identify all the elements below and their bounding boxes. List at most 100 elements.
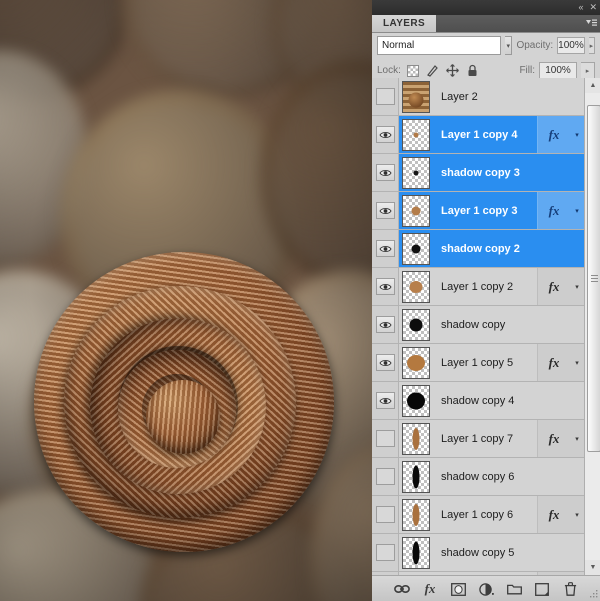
scroll-down-icon[interactable]: ▼ xyxy=(585,560,600,575)
thumbnail-content xyxy=(409,318,423,331)
layer-thumbnail-cell[interactable] xyxy=(399,460,433,493)
effects-expand-chevron-icon[interactable]: ▾ xyxy=(570,116,584,153)
eye-icon xyxy=(375,126,395,143)
layer-visibility-toggle[interactable] xyxy=(372,116,399,153)
new-layer-icon[interactable] xyxy=(534,581,550,597)
fill-label: Fill: xyxy=(519,65,535,76)
layer-row[interactable]: Layer 1 copy 2 fx ▾ xyxy=(372,268,584,306)
fill-input[interactable]: 100% xyxy=(539,62,577,79)
layer-row[interactable]: shadow copy 4 xyxy=(372,382,584,420)
layer-visibility-toggle[interactable] xyxy=(372,192,399,229)
layer-thumbnail-cell[interactable] xyxy=(399,232,433,265)
layer-styles-icon[interactable]: fx xyxy=(422,581,438,597)
layer-name[interactable]: Layer 1 copy 5 xyxy=(433,357,537,369)
effects-expand-chevron-icon[interactable]: ▾ xyxy=(570,268,584,305)
layer-row[interactable]: Layer 2 xyxy=(372,78,584,116)
opacity-stepper-icon[interactable]: ▸ xyxy=(588,37,595,54)
layer-row[interactable]: shadow copy 6 xyxy=(372,458,584,496)
layer-name[interactable]: Layer 1 copy 6 xyxy=(433,509,537,521)
lock-transparency-icon[interactable] xyxy=(405,63,421,79)
effects-expand-chevron-icon[interactable]: ▾ xyxy=(570,496,584,533)
layer-thumbnail-cell[interactable] xyxy=(399,308,433,341)
tab-layers[interactable]: LAYERS xyxy=(372,15,437,32)
layer-visibility-toggle[interactable] xyxy=(372,458,399,495)
layer-row[interactable]: shadow copy 3 xyxy=(372,154,584,192)
delete-layer-icon[interactable] xyxy=(562,581,578,597)
layer-name[interactable]: shadow copy 3 xyxy=(433,167,538,179)
layer-effects-icon[interactable]: fx xyxy=(537,496,570,533)
layer-thumbnail-cell[interactable] xyxy=(399,536,433,569)
layer-row[interactable]: Layer 1 copy 7 fx ▾ xyxy=(372,420,584,458)
fill-stepper-icon[interactable]: ▸ xyxy=(581,62,595,79)
lock-position-icon[interactable] xyxy=(445,63,461,79)
layer-visibility-toggle[interactable] xyxy=(372,268,399,305)
layer-visibility-toggle[interactable] xyxy=(372,496,399,533)
layer-name[interactable]: Layer 2 xyxy=(433,91,538,103)
layer-list-scrollbar[interactable]: ▲ ▼ xyxy=(584,78,600,575)
layer-name[interactable]: shadow copy 5 xyxy=(433,547,538,559)
layer-name[interactable]: shadow copy 2 xyxy=(433,243,538,255)
layer-visibility-toggle[interactable] xyxy=(372,78,399,115)
layer-thumbnail-cell[interactable] xyxy=(399,384,433,417)
close-icon[interactable]: ✕ xyxy=(589,3,596,12)
layer-row[interactable]: shadow copy 5 xyxy=(372,534,584,572)
layer-row[interactable]: shadow copy 2 xyxy=(372,230,584,268)
opacity-input[interactable]: 100% xyxy=(557,37,585,54)
layer-name[interactable]: Layer 1 copy 4 xyxy=(433,129,537,141)
layer-row[interactable]: shadow copy xyxy=(372,306,584,344)
layer-thumbnail-cell[interactable] xyxy=(399,194,433,227)
layer-visibility-toggle[interactable] xyxy=(372,534,399,571)
layer-thumbnail-cell[interactable] xyxy=(399,498,433,531)
layer-row[interactable]: Layer 1 copy 4 fx ▾ xyxy=(372,116,584,154)
layer-row[interactable]: Layer 1 copy 3 fx ▾ xyxy=(372,192,584,230)
layer-visibility-toggle[interactable] xyxy=(372,230,399,267)
layer-row[interactable]: Layer 1 copy 6 fx ▾ xyxy=(372,496,584,534)
layer-effects-icon[interactable]: fx xyxy=(537,420,570,457)
blend-mode-select[interactable]: Normal xyxy=(377,36,501,55)
layer-thumbnail-cell[interactable] xyxy=(399,80,433,113)
add-mask-icon[interactable] xyxy=(450,581,466,597)
layer-row-spacer xyxy=(538,458,584,495)
new-group-icon[interactable] xyxy=(506,581,522,597)
resize-grip-icon[interactable] xyxy=(590,590,598,600)
layer-name[interactable]: shadow copy xyxy=(433,319,538,331)
link-layers-icon[interactable] xyxy=(394,581,410,597)
panel-menu-icon[interactable] xyxy=(582,15,600,32)
layer-name[interactable]: Layer 1 copy 3 xyxy=(433,205,537,217)
layer-effects-icon[interactable]: fx xyxy=(537,268,570,305)
thumbnail-content xyxy=(412,427,420,450)
layer-thumbnail-cell[interactable] xyxy=(399,118,433,151)
layer-effects-icon[interactable]: fx xyxy=(537,344,570,381)
layer-visibility-toggle[interactable] xyxy=(372,154,399,191)
layer-effects-icon[interactable]: fx xyxy=(537,116,570,153)
effects-expand-chevron-icon[interactable]: ▾ xyxy=(570,344,584,381)
layer-visibility-toggle[interactable] xyxy=(372,306,399,343)
layer-row[interactable]: Layer 1 copy 5 fx ▾ xyxy=(372,344,584,382)
layer-name[interactable]: Layer 1 copy 2 xyxy=(433,281,537,293)
layer-visibility-toggle[interactable] xyxy=(372,420,399,457)
collapse-icon[interactable]: « xyxy=(578,3,583,12)
thumbnail-content xyxy=(412,465,420,488)
chevron-down-icon[interactable]: ▾ xyxy=(505,36,513,55)
layer-thumbnail-cell[interactable] xyxy=(399,346,433,379)
new-adjustment-layer-icon[interactable] xyxy=(478,581,494,597)
layer-thumbnail-cell[interactable] xyxy=(399,422,433,455)
effects-expand-chevron-icon[interactable]: ▾ xyxy=(570,192,584,229)
scrollbar-thumb[interactable] xyxy=(587,105,600,452)
lock-all-icon[interactable] xyxy=(465,63,481,79)
layer-thumbnail-cell[interactable] xyxy=(399,270,433,303)
layer-effects-icon[interactable]: fx xyxy=(537,192,570,229)
layer-visibility-toggle[interactable] xyxy=(372,382,399,419)
effects-expand-chevron-icon[interactable]: ▾ xyxy=(570,420,584,457)
lock-image-icon[interactable] xyxy=(425,63,441,79)
layer-list[interactable]: Layer 2 Layer 1 copy 4 fx ▾ shadow copy 3 Lay… xyxy=(372,78,584,575)
layer-name[interactable]: shadow copy 4 xyxy=(433,395,538,407)
layer-visibility-toggle[interactable] xyxy=(372,344,399,381)
layer-name[interactable]: Layer 1 copy 7 xyxy=(433,433,537,445)
layer-thumbnail xyxy=(402,384,430,417)
layer-thumbnail-cell[interactable] xyxy=(399,156,433,189)
image-canvas[interactable] xyxy=(0,0,372,601)
scroll-up-icon[interactable]: ▲ xyxy=(585,78,600,93)
layer-name[interactable]: shadow copy 6 xyxy=(433,471,538,483)
thumbnail-content xyxy=(411,244,421,253)
